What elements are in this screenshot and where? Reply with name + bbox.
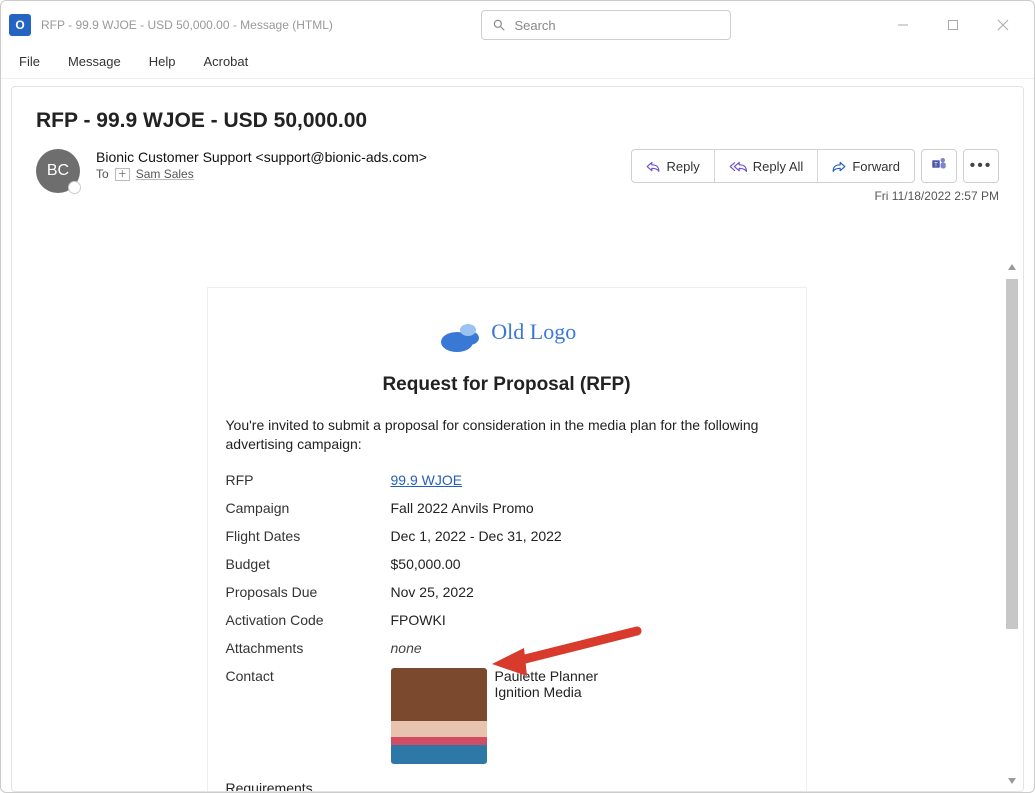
contact-avatar: [391, 668, 487, 764]
vertical-scrollbar[interactable]: [1001, 257, 1023, 791]
to-label: To: [96, 167, 109, 181]
budget-label: Budget: [226, 556, 391, 572]
email-body-viewport: Old Logo Request for Proposal (RFP) You'…: [12, 257, 1023, 791]
forward-button[interactable]: Forward: [818, 150, 914, 182]
body-title: Request for Proposal (RFP): [226, 374, 788, 396]
recipient[interactable]: Sam Sales: [136, 167, 194, 181]
due-label: Proposals Due: [226, 584, 391, 600]
budget-value: $50,000.00: [391, 556, 461, 572]
campaign-value: Fall 2022 Anvils Promo: [391, 500, 534, 516]
outlook-app-icon: O: [9, 14, 31, 36]
menu-bar: File Message Help Acrobat: [1, 49, 1034, 79]
attachments-value: none: [391, 640, 422, 656]
menu-acrobat[interactable]: Acrobat: [203, 54, 248, 69]
flight-value: Dec 1, 2022 - Dec 31, 2022: [391, 528, 562, 544]
scroll-up-button[interactable]: [1001, 257, 1023, 277]
body-intro: You're invited to submit a proposal for …: [226, 416, 788, 454]
menu-help[interactable]: Help: [149, 54, 176, 69]
reply-button[interactable]: Reply: [632, 150, 714, 182]
scroll-thumb[interactable]: [1006, 279, 1018, 629]
message-surface: RFP - 99.9 WJOE - USD 50,000.00 BC Bioni…: [11, 86, 1024, 792]
avatar-initials: BC: [47, 162, 69, 180]
email-timestamp: Fri 11/18/2022 2:57 PM: [631, 189, 999, 203]
requirements-label: Requirements: [226, 780, 788, 791]
minimize-button[interactable]: [880, 9, 926, 41]
reply-all-icon: [729, 160, 747, 172]
share-to-teams-button[interactable]: T: [921, 149, 957, 183]
forward-icon: [832, 160, 846, 172]
reply-all-button[interactable]: Reply All: [715, 150, 819, 182]
maximize-button[interactable]: [930, 9, 976, 41]
svg-text:T: T: [934, 162, 938, 168]
more-icon: •••: [970, 157, 993, 175]
presence-indicator: [68, 181, 81, 194]
close-button[interactable]: [980, 9, 1026, 41]
email-subject: RFP - 99.9 WJOE - USD 50,000.00: [36, 109, 999, 133]
scroll-track[interactable]: [1001, 277, 1023, 771]
contact-name: Paulette Planner: [495, 668, 599, 684]
more-actions-button[interactable]: •••: [963, 149, 999, 183]
title-bar: O RFP - 99.9 WJOE - USD 50,000.00 - Mess…: [1, 1, 1034, 49]
email-content-card: Old Logo Request for Proposal (RFP) You'…: [207, 287, 807, 791]
flight-label: Flight Dates: [226, 528, 391, 544]
scroll-down-button[interactable]: [1001, 771, 1023, 791]
search-placeholder: Search: [514, 18, 555, 33]
logo-text: Old Logo: [491, 319, 576, 344]
menu-file[interactable]: File: [19, 54, 40, 69]
logo: Old Logo: [226, 318, 788, 352]
contact-org: Ignition Media: [495, 684, 599, 700]
sender-avatar[interactable]: BC: [36, 149, 80, 193]
window-controls: [880, 9, 1030, 41]
search-input[interactable]: Search: [481, 10, 731, 40]
campaign-label: Campaign: [226, 500, 391, 516]
due-value: Nov 25, 2022: [391, 584, 474, 600]
rfp-label: RFP: [226, 472, 391, 488]
teams-icon: T: [930, 155, 948, 178]
email-header: BC Bionic Customer Support <support@bion…: [36, 149, 999, 203]
rfp-link[interactable]: 99.9 WJOE: [391, 472, 463, 488]
contact-label: Contact: [226, 668, 391, 684]
window-title: RFP - 99.9 WJOE - USD 50,000.00 - Messag…: [41, 18, 333, 32]
rfp-details: RFP 99.9 WJOE Campaign Fall 2022 Anvils …: [226, 466, 788, 770]
activation-code-value: FPOWKI: [391, 612, 446, 628]
expand-recipients-icon[interactable]: ＋: [115, 168, 130, 181]
menu-message[interactable]: Message: [68, 54, 121, 69]
activation-code-label: Activation Code: [226, 612, 391, 628]
attachments-label: Attachments: [226, 640, 391, 656]
search-icon: [492, 18, 506, 32]
sender-display: Bionic Customer Support <support@bionic-…: [96, 149, 615, 165]
reply-icon: [646, 160, 660, 172]
reply-actions-group: Reply Reply All Forward: [631, 149, 915, 183]
